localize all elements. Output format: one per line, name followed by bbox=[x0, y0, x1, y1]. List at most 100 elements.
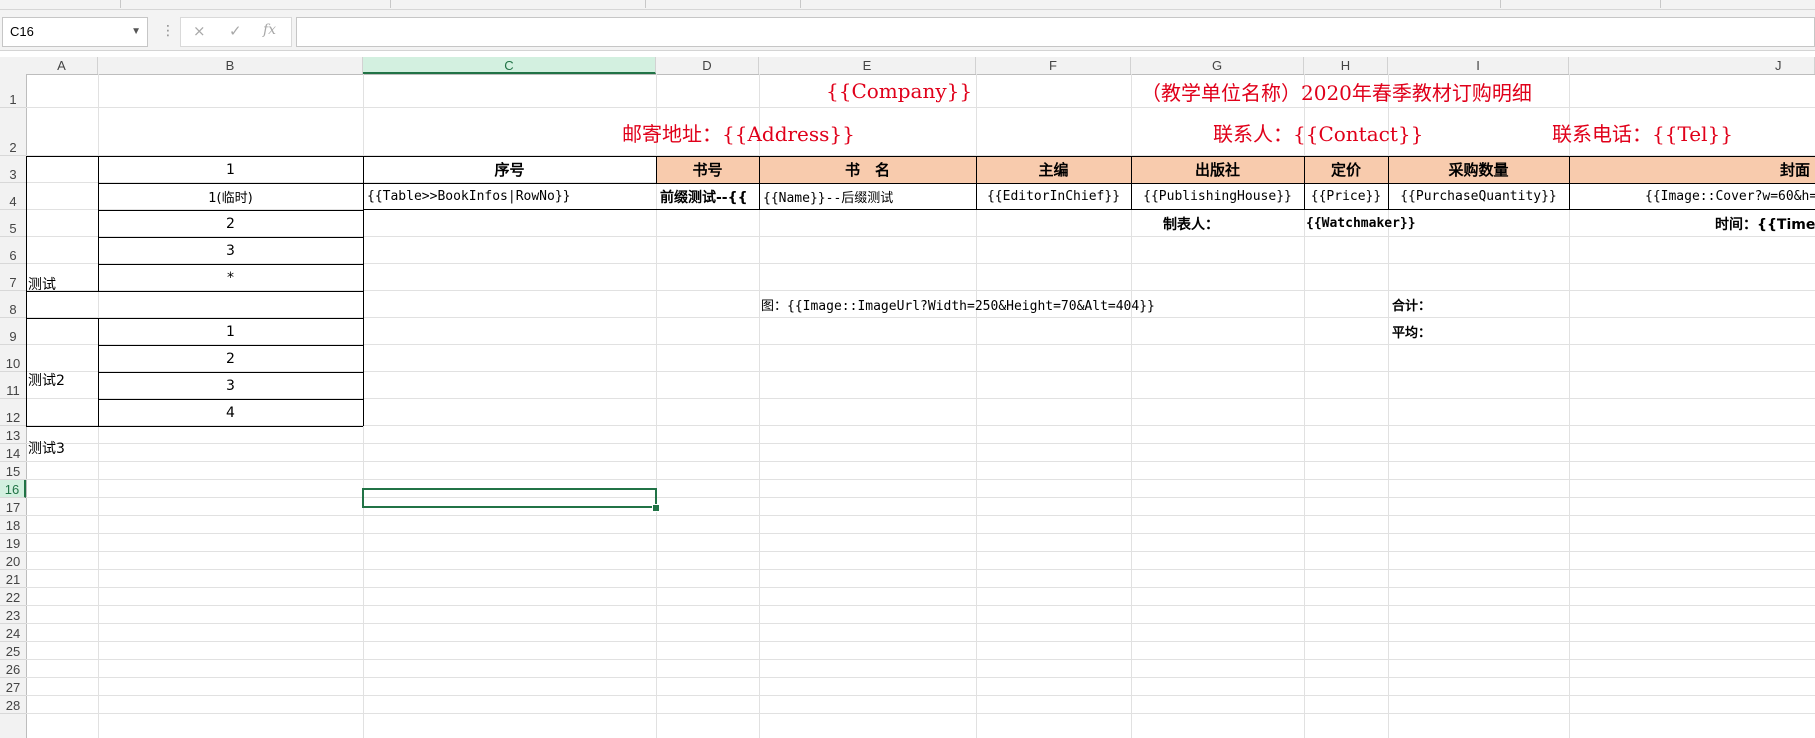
cell-tel[interactable]: 联系电话：{{Tel}} bbox=[1552, 108, 1815, 156]
cell-contact[interactable]: 联系人：{{Contact}} bbox=[1213, 108, 1453, 156]
cell-test3[interactable]: 测试3 bbox=[28, 434, 96, 461]
grid-row-line bbox=[26, 461, 1815, 462]
grid-row-line bbox=[26, 641, 1815, 642]
row-header-19[interactable]: 19 bbox=[0, 534, 26, 552]
row-header-1[interactable]: 1 bbox=[0, 74, 26, 108]
table-border bbox=[1569, 156, 1570, 183]
enter-icon[interactable]: ✓ bbox=[229, 22, 242, 40]
row-header-27[interactable]: 27 bbox=[0, 678, 26, 696]
row-header-4[interactable]: 4 bbox=[0, 183, 26, 210]
row-header-2[interactable]: 2 bbox=[0, 108, 26, 156]
cell-company[interactable]: {{Company}} bbox=[826, 74, 1026, 108]
table-border bbox=[1388, 183, 1389, 210]
row-header-10[interactable]: 10 bbox=[0, 345, 26, 372]
cell-time[interactable]: 时间：{{Time}} bbox=[1715, 210, 1815, 237]
table-border bbox=[363, 156, 364, 426]
column-header-a[interactable]: A bbox=[26, 57, 98, 74]
cell-b-item[interactable]: 1 bbox=[98, 156, 363, 183]
cell-title[interactable]: （教学单位名称）2020年春季教材订购明细 bbox=[1141, 74, 1661, 108]
row-header-22[interactable]: 22 bbox=[0, 588, 26, 606]
header-price[interactable]: 定价 bbox=[1304, 156, 1388, 183]
column-header-i[interactable]: I bbox=[1388, 57, 1569, 74]
ribbon-separator bbox=[1660, 0, 1661, 8]
cell-cover[interactable]: {{Image::Cover?w=60&h=60&Alt=}} bbox=[1569, 183, 1815, 210]
cell-b-item[interactable]: 1 bbox=[98, 318, 363, 345]
grid-row-line bbox=[26, 677, 1815, 678]
column-header-j[interactable]: J bbox=[1569, 57, 1815, 74]
row-header-20[interactable]: 20 bbox=[0, 552, 26, 570]
row-header-25[interactable]: 25 bbox=[0, 642, 26, 660]
row-header-17[interactable]: 17 bbox=[0, 498, 26, 516]
header-cover[interactable]: 封面 bbox=[1569, 156, 1815, 183]
cell-b-item[interactable]: * bbox=[98, 264, 363, 291]
cell-editor[interactable]: {{EditorInChief}} bbox=[976, 183, 1131, 210]
row-header-23[interactable]: 23 bbox=[0, 606, 26, 624]
insert-function-icon[interactable]: fx bbox=[263, 22, 276, 38]
cell-rowno[interactable]: {{Table>>BookInfos|RowNo}} bbox=[367, 183, 656, 210]
cell-b-item[interactable]: 1(临时) bbox=[98, 183, 363, 210]
column-header-f[interactable]: F bbox=[976, 57, 1131, 74]
row-header-6[interactable]: 6 bbox=[0, 237, 26, 264]
selected-cell-c16[interactable] bbox=[362, 488, 657, 508]
cell-address[interactable]: 邮寄地址：{{Address}} bbox=[622, 108, 922, 156]
row-header-28[interactable]: 28 bbox=[0, 696, 26, 714]
row-header-24[interactable]: 24 bbox=[0, 624, 26, 642]
table-border bbox=[363, 156, 1815, 157]
cell-maker-label[interactable]: 制表人： bbox=[1163, 210, 1293, 237]
column-header-b[interactable]: B bbox=[98, 57, 363, 74]
chevron-down-icon[interactable]: ▼ bbox=[131, 18, 141, 46]
cell-b-item[interactable]: 2 bbox=[98, 345, 363, 372]
header-quantity[interactable]: 采购数量 bbox=[1388, 156, 1569, 183]
cell-quantity[interactable]: {{PurchaseQuantity}} bbox=[1388, 183, 1569, 210]
row-header-3[interactable]: 3 bbox=[0, 156, 26, 183]
cell-b-item[interactable]: 3 bbox=[98, 237, 363, 264]
column-header-h[interactable]: H bbox=[1304, 57, 1388, 74]
row-header-21[interactable]: 21 bbox=[0, 570, 26, 588]
cell-b-item[interactable]: 2 bbox=[98, 210, 363, 237]
name-box[interactable]: C16 ▼ bbox=[2, 17, 148, 47]
row-header-18[interactable]: 18 bbox=[0, 516, 26, 534]
row-header-15[interactable]: 15 bbox=[0, 462, 26, 480]
fill-handle[interactable] bbox=[652, 504, 660, 512]
drag-handle-icon[interactable]: ⋮ bbox=[161, 23, 175, 39]
ribbon-separator bbox=[1500, 0, 1501, 8]
cell-price[interactable]: {{Price}} bbox=[1304, 183, 1388, 210]
row-header-26[interactable]: 26 bbox=[0, 660, 26, 678]
cell-average[interactable]: 平均： bbox=[1392, 318, 1512, 345]
row-header-8[interactable]: 8 bbox=[0, 291, 26, 318]
worksheet-grid[interactable]: {{Company}} （教学单位名称）2020年春季教材订购明细 邮寄地址：{… bbox=[26, 74, 1815, 738]
cancel-icon[interactable]: × bbox=[193, 22, 206, 40]
formula-input[interactable] bbox=[296, 17, 1815, 47]
row-header-5[interactable]: 5 bbox=[0, 210, 26, 237]
cell-test[interactable]: 测试 bbox=[28, 270, 96, 297]
cell-prefix[interactable]: 前缀测试--{{ bbox=[660, 183, 759, 210]
header-book-name[interactable]: 书 名 bbox=[759, 156, 976, 183]
table-border bbox=[656, 156, 657, 183]
row-header-9[interactable]: 9 bbox=[0, 318, 26, 345]
cell-b-item[interactable]: 4 bbox=[98, 399, 363, 426]
column-header-g[interactable]: G bbox=[1131, 57, 1304, 74]
row-header-14[interactable]: 14 bbox=[0, 444, 26, 462]
cell-image-url[interactable]: 图：{{Image::ImageUrl?Width=250&Height=70&… bbox=[761, 291, 1201, 318]
header-editor[interactable]: 主编 bbox=[976, 156, 1131, 183]
column-header-d[interactable]: D bbox=[656, 57, 759, 74]
table-border bbox=[98, 372, 363, 373]
cell-b-item[interactable]: 3 bbox=[98, 372, 363, 399]
row-header-11[interactable]: 11 bbox=[0, 372, 26, 399]
table-border bbox=[26, 426, 363, 427]
header-book-no[interactable]: 书号 bbox=[656, 156, 759, 183]
cell-name[interactable]: {{Name}}--后缀测试 bbox=[763, 183, 976, 210]
row-header-12[interactable]: 12 bbox=[0, 399, 26, 426]
column-header-c[interactable]: C bbox=[363, 57, 656, 74]
row-header-7[interactable]: 7 bbox=[0, 264, 26, 291]
ribbon-separator bbox=[800, 0, 801, 8]
cell-publisher[interactable]: {{PublishingHouse}} bbox=[1131, 183, 1304, 210]
header-seq[interactable]: 序号 bbox=[363, 156, 656, 183]
cell-total[interactable]: 合计： bbox=[1392, 291, 1512, 318]
table-border bbox=[26, 318, 363, 319]
row-header-16[interactable]: 16 bbox=[0, 480, 26, 498]
cell-maker[interactable]: {{Watchmaker}} bbox=[1306, 210, 1506, 237]
header-publisher[interactable]: 出版社 bbox=[1131, 156, 1304, 183]
row-header-13[interactable]: 13 bbox=[0, 426, 26, 444]
column-header-e[interactable]: E bbox=[759, 57, 976, 74]
